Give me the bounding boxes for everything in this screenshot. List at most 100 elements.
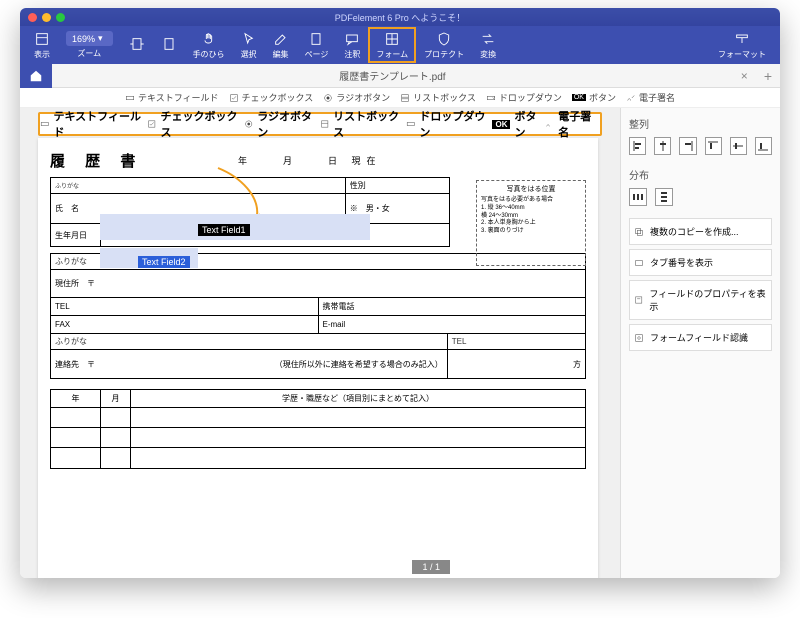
view-icon [34,31,50,47]
ribbon-zoom[interactable]: 169%▾ ズーム [58,27,121,63]
btn-props[interactable]: フィールドのプロパティを表示 [629,280,772,320]
zoom-value[interactable]: 169%▾ [66,31,113,46]
close-window-icon[interactable] [28,13,37,22]
tb-signature[interactable]: 電子署名 [626,91,675,104]
hl-signature[interactable]: 電子署名 [545,108,600,140]
fit-page-icon [161,36,177,52]
form-icon [384,31,400,47]
date-line: 年 月 日 現在 [238,154,382,167]
ribbon-page[interactable]: ページ [297,27,337,63]
tb-listbox[interactable]: リストボックス [400,91,476,104]
maximize-window-icon[interactable] [56,13,65,22]
hl-listbox[interactable]: リストボックス [320,108,406,140]
tabbar: 履歴書テンプレート.pdf × + [20,64,780,88]
radio-icon [244,119,253,129]
ribbon-edit[interactable]: 編集 [265,27,297,63]
cursor-icon [241,31,257,47]
align-right-icon [682,140,694,152]
align-center-icon [657,140,669,152]
text-field-icon [40,119,50,129]
signature-icon [626,93,636,103]
align-left[interactable] [629,137,646,155]
home-icon [29,69,43,83]
checkbox-icon [147,119,157,129]
minimize-window-icon[interactable] [42,13,51,22]
close-tab-icon[interactable]: × [733,69,756,83]
tb-dropdown[interactable]: ドロップダウン [486,91,562,104]
ok-badge-icon: OK [572,94,586,101]
text-field-2[interactable]: Text Field2 [138,256,190,268]
ribbon-convert[interactable]: 変換 [472,27,504,63]
ribbon-format[interactable]: フォーマット [710,27,774,63]
copy-icon [634,227,644,237]
ribbon-hand[interactable]: 手のひら [185,27,233,63]
hl-button[interactable]: OKボタン [492,108,544,140]
signature-icon [545,119,554,129]
align-middle-icon [732,140,744,152]
ribbon-view[interactable]: 表示 [26,27,58,63]
align-middle[interactable] [730,137,747,155]
listbox-icon [400,93,410,103]
align-right[interactable] [679,137,696,155]
ribbon: 表示 169%▾ ズーム 手のひら 選択 編集 ページ 注釈 フォーム プロテク… [20,26,780,64]
window-title: PDFelement 6 Pro へようこそ！ [335,11,466,24]
dropdown-icon [406,119,415,129]
photo-box: 写真をはる位置 写真をはる必要がある場合 1. 縦 36〜40mm 横 24〜3… [476,180,586,266]
titlebar: PDFelement 6 Pro へようこそ！ [20,8,780,26]
ribbon-select[interactable]: 選択 [233,27,265,63]
hl-text-field[interactable]: テキストフィールド [40,108,147,140]
pdf-page[interactable]: 履 歴 書 年 月 日 現在 写真をはる位置 写真をはる必要がある場合 1. 縦… [38,138,598,578]
page-icon [308,31,324,47]
distribute-h-icon [632,191,644,203]
align-label: 整列 [629,116,772,131]
distribute-v-icon [658,191,670,203]
ribbon-protect[interactable]: プロテクト [416,27,472,63]
tb-text-field[interactable]: テキストフィールド [125,91,219,104]
page-indicator: 1 / 1 [412,560,450,574]
format-icon [734,31,750,47]
text-field-1[interactable]: Text Field1 [198,224,250,236]
side-panel: 整列 分布 複数のコピーを作成... タブ番号を表示 フィールドのプロパティを表… [620,108,780,578]
align-top-icon [707,140,719,152]
align-top[interactable] [705,137,722,155]
btn-recognize[interactable]: フォームフィールド認識 [629,324,772,351]
recognize-icon [634,333,644,343]
form-toolbar-large: テキストフィールド チェックボックス ラジオボタン リストボックス ドロップダウ… [38,112,602,136]
ribbon-fit-width[interactable] [121,27,153,63]
hl-checkbox[interactable]: チェックボックス [147,108,244,140]
tb-radio[interactable]: ラジオボタン [323,91,390,104]
hl-dropdown[interactable]: ドロップダウン [406,108,493,140]
ribbon-fit-page[interactable] [153,27,185,63]
ok-badge-icon: OK [492,120,510,129]
align-bottom-icon [757,140,769,152]
checkbox-icon [229,93,239,103]
dropdown-icon [486,93,496,103]
distribute-label: 分布 [629,167,772,182]
tabnum-icon [634,258,644,268]
form-toolbar-small: テキストフィールド チェックボックス ラジオボタン リストボックス ドロップダウ… [20,88,780,108]
hl-radio[interactable]: ラジオボタン [244,108,320,140]
align-left-icon [632,140,644,152]
btn-tabnum[interactable]: タブ番号を表示 [629,249,772,276]
ribbon-form[interactable]: フォーム [368,27,416,63]
align-bottom[interactable] [755,137,772,155]
hand-icon [201,31,217,47]
distribute-v[interactable] [655,188,673,206]
canvas[interactable]: テキストフィールド チェックボックス ラジオボタン リストボックス ドロップダウ… [20,108,620,578]
properties-icon [634,295,643,305]
distribute-h[interactable] [629,188,647,206]
btn-copies[interactable]: 複数のコピーを作成... [629,218,772,245]
listbox-icon [320,119,329,129]
tb-checkbox[interactable]: チェックボックス [229,91,314,104]
annotate-icon [344,31,360,47]
document-tab[interactable]: 履歴書テンプレート.pdf [52,68,733,83]
radio-icon [323,93,333,103]
home-tab[interactable] [20,64,52,88]
shield-icon [436,31,452,47]
add-tab-icon[interactable]: + [756,68,780,84]
convert-icon [480,31,496,47]
ribbon-annotate[interactable]: 注釈 [336,27,368,63]
align-center-h[interactable] [654,137,671,155]
fit-width-icon [129,36,145,52]
tb-button[interactable]: OKボタン [572,91,616,104]
